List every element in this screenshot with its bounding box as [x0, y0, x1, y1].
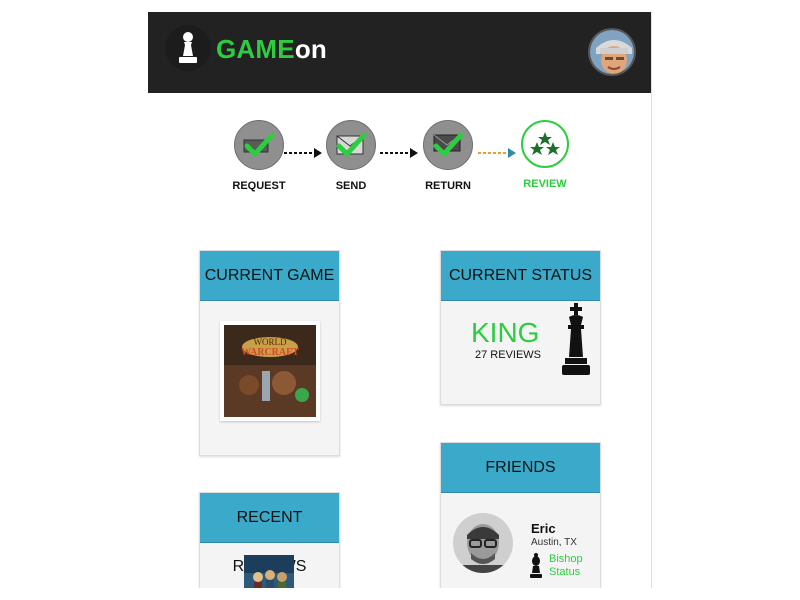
friend-status: Bishop Status	[549, 553, 583, 579]
friend-name[interactable]: Eric	[531, 521, 556, 536]
svg-text:WARCRAFT: WARCRAFT	[241, 347, 299, 358]
card-title: CURRENT STATUS	[441, 251, 600, 301]
card-title: CURRENT GAME	[200, 251, 339, 301]
step-label: SEND	[335, 180, 367, 192]
step-label: REQUEST	[232, 180, 286, 192]
step-label: RETURN	[425, 180, 471, 192]
friend-avatar[interactable]	[453, 513, 513, 573]
review-game-thumbnail[interactable]	[244, 555, 294, 588]
progress-steps: REQUEST SEND RETURN REVIEW	[148, 120, 651, 210]
step-send[interactable]: SEND	[311, 120, 391, 192]
king-piece-icon	[562, 303, 590, 375]
pawn-icon[interactable]	[165, 25, 211, 71]
recent-reviews-card[interactable]: RECENT REVIEWS	[199, 492, 340, 588]
status-rank: KING	[471, 317, 540, 348]
send-check-icon	[326, 120, 376, 170]
step-label: REVIEW	[523, 178, 567, 190]
brand-suffix: on	[294, 34, 327, 64]
svg-text:WORLD: WORLD	[254, 337, 287, 347]
user-avatar[interactable]	[588, 28, 636, 76]
card-title: FRIENDS	[441, 443, 600, 493]
friend-status-line2: Status	[549, 566, 581, 578]
step-return[interactable]: RETURN	[408, 120, 488, 192]
friends-card[interactable]: FRIENDS Eric Austin, TX Bishop Status	[440, 442, 601, 588]
current-game-card[interactable]: CURRENT GAME WORLD WARCRAFT	[199, 250, 340, 456]
current-status-card[interactable]: CURRENT STATUS KING 27 REVIEWS	[440, 250, 601, 405]
world-of-warcraft-board-game-image[interactable]: WORLD WARCRAFT	[220, 321, 320, 421]
brand-prefix: GAME	[216, 34, 295, 64]
status-reviews: 27 REVIEWS	[475, 349, 542, 361]
friend-location: Austin, TX	[531, 537, 577, 548]
top-bar: GAMEon	[148, 12, 651, 93]
friend-status-line1: Bishop	[549, 553, 583, 565]
bishop-piece-icon	[530, 553, 542, 578]
card-title: RECENT REVIEWS	[200, 493, 339, 575]
return-check-icon	[423, 120, 473, 170]
request-check-icon	[234, 120, 284, 170]
step-review[interactable]: REVIEW	[505, 120, 585, 190]
app-window: GAMEon REQUEST SEND RETURN REVIEW CURREN…	[148, 12, 652, 588]
review-stars-icon	[521, 120, 569, 168]
brand-title[interactable]: GAMEon	[216, 34, 327, 65]
